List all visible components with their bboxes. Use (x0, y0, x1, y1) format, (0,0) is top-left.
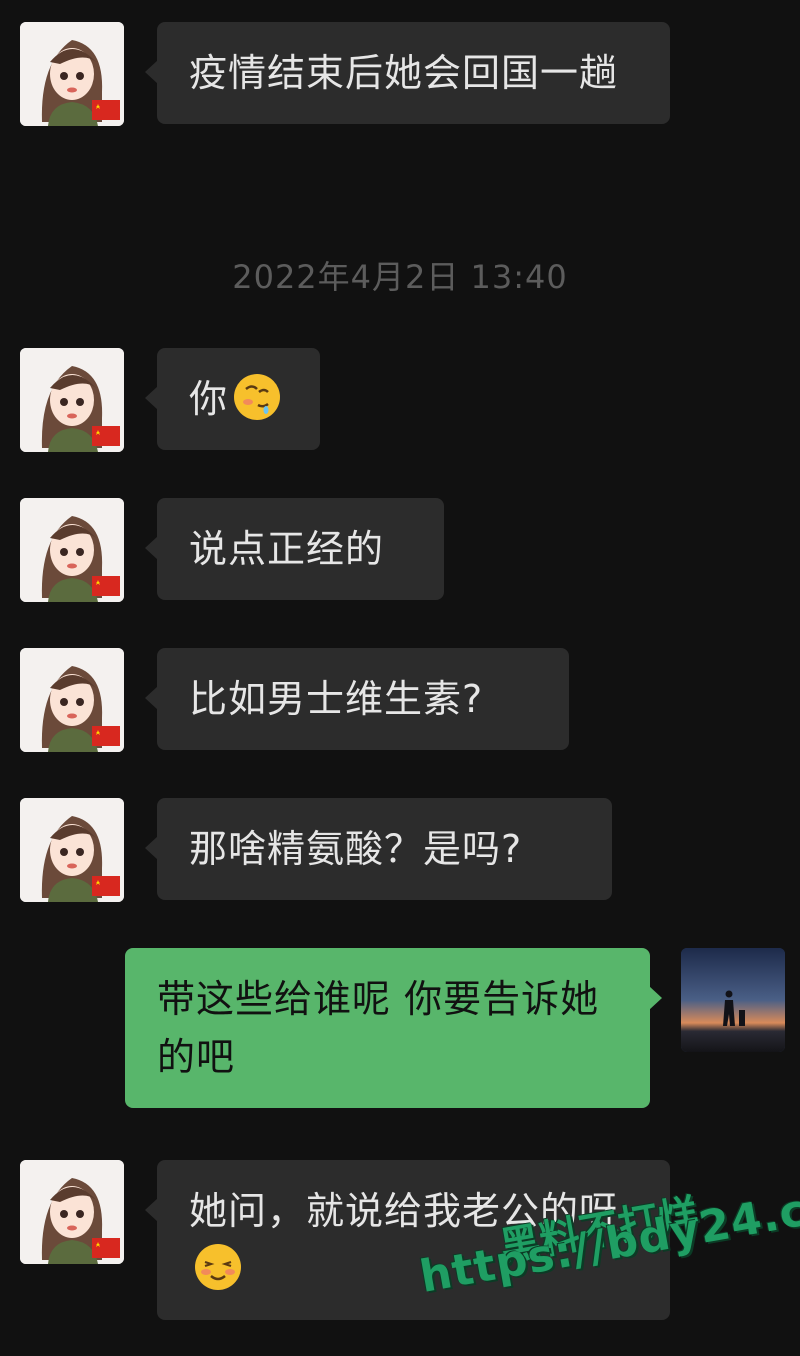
message-text: 你 (189, 377, 229, 421)
message-text: 说点正经的 (189, 527, 385, 571)
girl-avatar-icon (20, 498, 124, 602)
smiling-blush-icon (193, 1242, 243, 1292)
girl-avatar-icon (20, 1160, 124, 1264)
contact-avatar[interactable] (20, 498, 124, 602)
contact-avatar[interactable] (20, 798, 124, 902)
girl-avatar-icon (20, 798, 124, 902)
message-text: 带这些给谁呢 你要告诉她的吧 (157, 977, 600, 1079)
sunset-silhouette-icon (681, 948, 785, 1052)
message-text: 比如男士维生素? (189, 677, 484, 721)
message-bubble[interactable]: 说点正经的 (145, 498, 444, 600)
message-bubble-outgoing[interactable]: 带这些给谁呢 你要告诉她的吧 (125, 948, 662, 1108)
chat-timestamp: 2022年4月2日 13:40 (232, 258, 568, 296)
girl-avatar-icon (20, 22, 124, 126)
message-text: 疫情结束后她会回国一趟 (189, 51, 619, 95)
my-avatar[interactable] (681, 948, 785, 1052)
message-text: 那啥精氨酸？是吗? (189, 827, 523, 871)
message-bubble[interactable]: 疫情结束后她会回国一趟 (145, 22, 670, 124)
contact-avatar[interactable] (20, 648, 124, 752)
drooling-face-icon (232, 372, 282, 422)
girl-avatar-icon (20, 648, 124, 752)
contact-avatar[interactable] (20, 22, 124, 126)
contact-avatar[interactable] (20, 348, 124, 452)
girl-avatar-icon (20, 348, 124, 452)
message-bubble[interactable]: 比如男士维生素? (145, 648, 569, 750)
message-bubble[interactable]: 你 (145, 348, 320, 450)
message-bubble[interactable]: 那啥精氨酸？是吗? (145, 798, 612, 900)
contact-avatar[interactable] (20, 1160, 124, 1264)
